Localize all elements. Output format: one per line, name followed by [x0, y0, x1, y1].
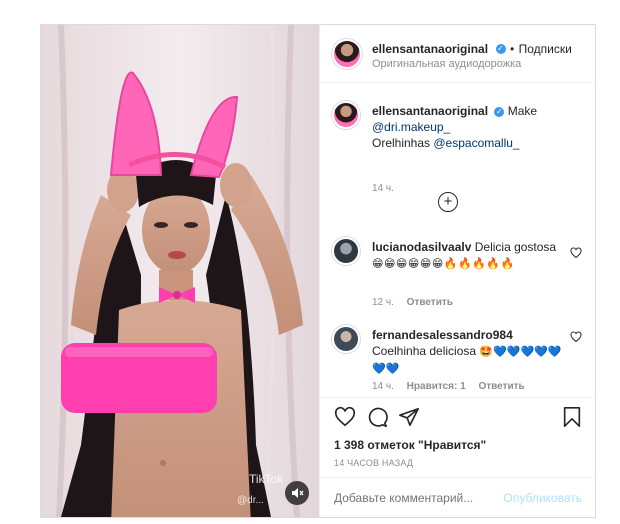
caption-line2-prefix: Orelhinhas [372, 136, 434, 150]
caption-avatar[interactable] [332, 101, 360, 129]
comment-username[interactable]: fernandesalessandro984 [372, 328, 513, 342]
reply-button[interactable]: Ответить [478, 381, 524, 392]
share-icon[interactable] [398, 406, 420, 428]
likes-count[interactable]: 1 398 отметок "Нравится" [334, 438, 486, 452]
verified-badge-icon: ✓ [495, 43, 506, 54]
post-header: ellensantanaoriginal ✓ • Подписки Оригин… [320, 25, 596, 83]
avatar[interactable] [332, 39, 362, 69]
comment-icon[interactable] [366, 406, 388, 428]
post-timestamp: 14 ЧАСОВ НАЗАД [334, 458, 414, 468]
comment-text: Delicia gostosa [474, 240, 557, 254]
comment-like-icon[interactable] [570, 247, 582, 259]
video-frame: TikTok @dr... [41, 25, 319, 517]
reply-button[interactable]: Ответить [407, 297, 453, 308]
comment-like-icon[interactable] [570, 331, 582, 343]
add-comment-bar: Опубликовать [320, 477, 596, 517]
heart-icon[interactable] [334, 406, 356, 428]
comment-input[interactable] [332, 488, 506, 508]
comment-avatar[interactable] [332, 325, 360, 353]
audio-label[interactable]: Оригинальная аудиодорожка [372, 58, 521, 70]
comment-likes[interactable]: Нравится: 1 [407, 381, 466, 392]
verified-badge-icon: ✓ [494, 106, 505, 117]
comment-text: Coelhinha deliciosa [372, 344, 477, 358]
comment-item: lucianodasilvaalv Delicia gostosa 😁😁😁😁😁😁… [320, 233, 596, 313]
mention-espacomallu[interactable]: @espacomallu_ [433, 136, 519, 150]
plus-circle-icon: + [443, 193, 453, 210]
load-more-button[interactable]: + [438, 192, 458, 212]
post-panel: ellensantanaoriginal ✓ • Подписки Оригин… [319, 25, 596, 517]
comment-time: 12 ч. [372, 297, 394, 308]
tiktok-watermark: TikTok [249, 472, 284, 486]
post-video[interactable]: TikTok @dr... [41, 25, 319, 517]
mute-icon [292, 488, 304, 498]
tiktok-handle: @dr... [237, 495, 264, 506]
caption-username[interactable]: ellensantanaoriginal [372, 104, 488, 118]
comment-username[interactable]: lucianodasilvaalv [372, 240, 471, 254]
bookmark-icon[interactable] [562, 406, 582, 428]
comment-item: fernandesalessandro984 Coelhinha delicio… [320, 321, 596, 397]
comment-avatar[interactable] [332, 237, 360, 265]
header-username[interactable]: ellensantanaoriginal [372, 42, 488, 56]
caption-time: 14 ч. [372, 183, 394, 194]
mute-button[interactable] [285, 481, 309, 505]
header-separator: • [509, 42, 515, 56]
comment-emojis: 😁😁😁😁😁😁🔥🔥🔥🔥🔥 [372, 258, 515, 270]
mention-dri-makeup[interactable]: @dri.makeup_ [372, 120, 450, 134]
caption-word: Make [507, 104, 538, 118]
post-card: TikTok @dr... ellensantanaoriginal ✓ • П… [40, 24, 596, 518]
comment-time: 14 ч. [372, 381, 394, 392]
publish-button[interactable]: Опубликовать [504, 491, 582, 505]
following-button[interactable]: Подписки [519, 42, 572, 56]
